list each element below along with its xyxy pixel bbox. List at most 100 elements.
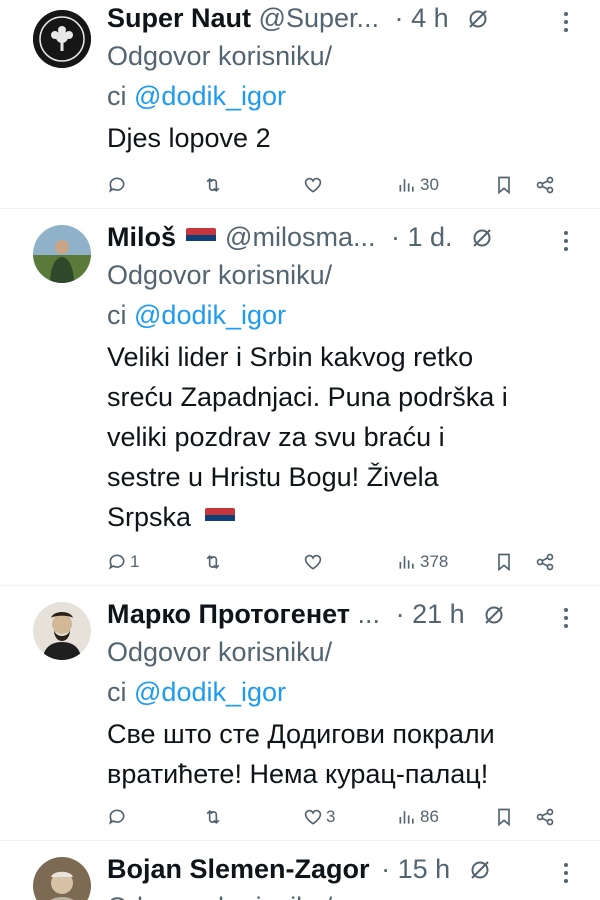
tweet-text-line: Djes lopove 2 <box>107 123 271 153</box>
tweet-text-line: veliki pozdrav za svu braću i <box>107 422 445 452</box>
replying-to: Odgovor korisniku/ <box>107 887 580 900</box>
avatar[interactable] <box>33 602 91 660</box>
like-button[interactable] <box>303 170 326 200</box>
mention-link[interactable]: @dodik_igor <box>134 300 286 330</box>
retweet-icon <box>206 177 220 193</box>
bookmark-icon <box>498 176 510 195</box>
views-count: 30 <box>420 175 439 194</box>
share-icon <box>536 176 554 194</box>
tweet-text-line-last: Srpska <box>107 497 580 537</box>
tweet-text-line: Srpska <box>107 502 192 532</box>
avatar[interactable] <box>33 10 91 68</box>
timestamp[interactable]: 21 h <box>412 599 465 629</box>
tweet-text-line: Све што сте Додигови покрали <box>107 719 495 749</box>
author-name[interactable]: Super Naut <box>107 3 251 33</box>
bookmark-button[interactable] <box>494 170 514 200</box>
action-bar: 30 <box>107 170 567 200</box>
reply-button[interactable] <box>107 802 130 832</box>
grok-icon[interactable] <box>468 855 492 879</box>
replying-to-label: Odgovor korisniku/ <box>107 41 333 71</box>
separator-dot: · <box>395 599 405 629</box>
author-name[interactable]: Марко Протогенет <box>107 599 350 629</box>
replying-to-label: Odgovor korisniku/ <box>107 260 333 290</box>
like-button[interactable]: 3 <box>303 802 335 832</box>
tweet-text-line: Veliki lider i Srbin kakvog retko <box>107 342 474 372</box>
views-button[interactable]: 30 <box>397 170 439 200</box>
author-handle[interactable]: @Super... <box>259 3 379 33</box>
author-handle[interactable]: ... <box>358 599 381 629</box>
retweet-button[interactable] <box>203 802 226 832</box>
grok-icon[interactable] <box>470 223 494 247</box>
reply-count: 1 <box>130 552 140 571</box>
serbia-flag-icon <box>204 508 235 528</box>
more-vertical-icon[interactable] <box>562 606 570 630</box>
reply-button[interactable] <box>107 170 130 200</box>
views-button[interactable]: 378 <box>397 547 448 577</box>
tweet-text: Djes lopove 2 <box>107 118 580 158</box>
separator-dot: · <box>394 3 404 33</box>
replying-to-label: Odgovor korisniku/ <box>107 892 332 900</box>
bookmark-icon <box>498 553 510 572</box>
heart-icon <box>304 809 322 825</box>
author-name[interactable]: Bojan Slemen-Zagor <box>107 854 370 884</box>
action-bar: 3 86 <box>107 802 567 832</box>
share-icon <box>536 808 554 826</box>
tweet-text-line: sestre u Hristu Bogu! Živela <box>107 462 439 492</box>
views-button[interactable]: 86 <box>397 802 439 832</box>
views-icon <box>399 556 414 569</box>
tweet[interactable]: Super Naut @Super... · 4 h Odgovor koris… <box>0 0 600 208</box>
tweet[interactable]: Марко Протогенет ... · 21 h Odgovor kori… <box>0 586 600 840</box>
bookmark-button[interactable] <box>494 802 514 832</box>
replying-to-label-cont: ci <box>107 81 127 111</box>
retweet-button[interactable] <box>203 170 226 200</box>
reply-icon <box>108 177 125 193</box>
views-count: 86 <box>420 807 439 826</box>
replying-to: Odgovor korisniku/ ci @dodik_igor <box>107 255 580 335</box>
tweet[interactable]: Miloš @milosma... · 1 d. Odgovor korisni… <box>0 209 600 585</box>
separator-dot: · <box>391 222 400 252</box>
replying-to: Odgovor korisniku/ ci @dodik_igor <box>107 36 580 116</box>
tweet[interactable]: Bojan Slemen-Zagor · 15 h Odgovor korisn… <box>0 841 600 900</box>
heart-icon <box>304 554 322 570</box>
mention-link[interactable]: @dodik_igor <box>134 81 286 111</box>
separator-dot: · <box>381 854 391 884</box>
replying-to-label: Odgovor korisniku/ <box>107 637 333 667</box>
tweet-text: Све што сте Додигови покрали вратићете! … <box>107 714 580 794</box>
avatar[interactable] <box>33 225 91 283</box>
more-vertical-icon[interactable] <box>562 229 570 253</box>
retweet-icon <box>206 809 220 825</box>
more-vertical-icon[interactable] <box>562 861 570 885</box>
grok-icon[interactable] <box>482 600 506 624</box>
views-icon <box>399 179 414 192</box>
views-icon <box>399 811 414 824</box>
retweet-button[interactable] <box>203 547 226 577</box>
author-name[interactable]: Miloš <box>107 222 176 252</box>
replying-to: Odgovor korisniku/ ci @dodik_igor <box>107 632 580 712</box>
tweet-text-line: sreću Zapadnjaci. Puna podrška i <box>107 382 508 412</box>
heart-icon <box>304 177 322 193</box>
author-handle[interactable]: @milosma... <box>225 222 375 252</box>
timestamp[interactable]: 4 h <box>411 3 449 33</box>
retweet-icon <box>206 554 220 570</box>
share-button[interactable] <box>535 802 555 832</box>
share-button[interactable] <box>535 547 555 577</box>
timestamp[interactable]: 15 h <box>398 854 451 884</box>
avatar[interactable] <box>33 857 91 900</box>
reply-button[interactable]: 1 <box>107 547 139 577</box>
like-button[interactable] <box>303 547 326 577</box>
mention-link[interactable]: @dodik_igor <box>134 677 286 707</box>
like-count: 3 <box>326 807 336 826</box>
grok-icon[interactable] <box>466 4 490 28</box>
tweet-text-line: вратићете! Нема курац-палац! <box>107 759 489 789</box>
share-icon <box>536 553 554 571</box>
tweet-text: Veliki lider i Srbin kakvog retko sreću … <box>107 337 580 537</box>
action-bar: 1 378 <box>107 547 567 577</box>
replying-to-label-cont: ci <box>107 300 127 330</box>
reply-icon <box>108 809 125 825</box>
timestamp[interactable]: 1 d. <box>408 222 453 252</box>
more-vertical-icon[interactable] <box>562 10 570 34</box>
bookmark-icon <box>498 808 510 827</box>
serbia-flag-icon <box>185 228 216 248</box>
share-button[interactable] <box>535 170 555 200</box>
bookmark-button[interactable] <box>494 547 514 577</box>
